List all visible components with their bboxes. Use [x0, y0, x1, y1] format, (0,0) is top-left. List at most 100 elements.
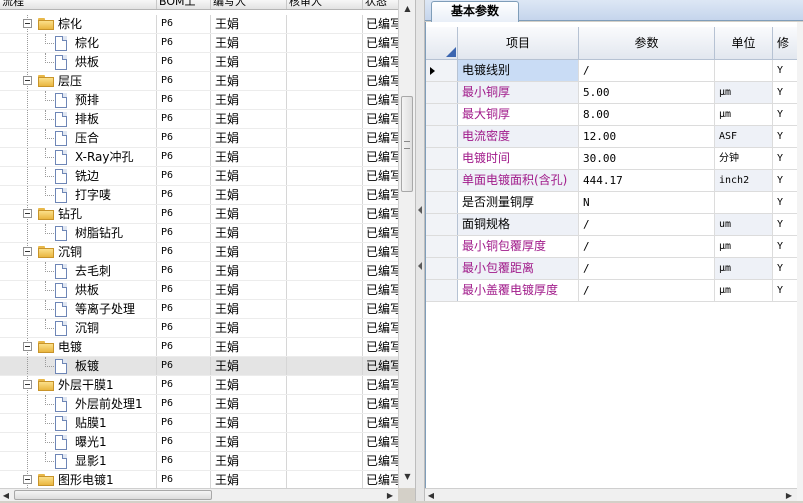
param-item-cell[interactable]: 电镀时间	[458, 148, 579, 169]
status-cell[interactable]: 已编写	[363, 129, 398, 147]
row-indicator[interactable]	[426, 104, 458, 125]
tree-name-cell[interactable]: 沉铜	[0, 243, 157, 261]
tree-name-cell[interactable]: X-Ray冲孔	[0, 148, 157, 166]
status-cell[interactable]: 已编写	[363, 224, 398, 242]
row-indicator[interactable]	[426, 280, 458, 301]
row-indicator[interactable]	[426, 214, 458, 235]
tree-name-cell[interactable]: 图形电镀1	[0, 471, 157, 488]
tree-item-row[interactable]: X-Ray冲孔 P6 王娟 已编写	[0, 148, 398, 167]
author-cell[interactable]: 王娟	[211, 414, 287, 432]
tree-vertical-scrollbar[interactable]: ▲ ▼	[398, 0, 415, 488]
bom-cell[interactable]: P6	[157, 91, 211, 109]
author-cell[interactable]: 王娟	[211, 395, 287, 413]
reviewer-cell[interactable]	[287, 72, 363, 90]
row-indicator[interactable]	[426, 170, 458, 191]
tree-name-cell[interactable]: 板镀	[0, 357, 157, 375]
tree-hscroll-thumb[interactable]	[14, 490, 212, 500]
col-header-status[interactable]: 状态	[363, 0, 398, 9]
tree-name-cell[interactable]: 棕化	[0, 34, 157, 52]
collapse-toggle-icon[interactable]	[23, 380, 32, 389]
author-cell[interactable]: 王娟	[211, 91, 287, 109]
reviewer-cell[interactable]	[287, 395, 363, 413]
status-cell[interactable]: 已编写	[363, 262, 398, 280]
reviewer-cell[interactable]	[287, 262, 363, 280]
status-cell[interactable]: 已编写	[363, 72, 398, 90]
param-row[interactable]: 最大铜厚 8.00 μm Y	[426, 104, 803, 126]
reviewer-cell[interactable]	[287, 148, 363, 166]
tree-item-row[interactable]: 棕化 P6 王娟 已编写	[0, 34, 398, 53]
param-value-cell[interactable]: N	[579, 192, 715, 213]
tree-name-cell[interactable]: 去毛刺	[0, 262, 157, 280]
author-cell[interactable]: 王娟	[211, 72, 287, 90]
bom-cell[interactable]: P6	[157, 53, 211, 71]
tree-name-cell[interactable]: 棕化	[0, 15, 157, 33]
status-cell[interactable]: 已编写	[363, 395, 398, 413]
param-item-cell[interactable]: 最大铜厚	[458, 104, 579, 125]
bom-cell[interactable]: P6	[157, 395, 211, 413]
tree-name-cell[interactable]: 等离子处理	[0, 300, 157, 318]
author-cell[interactable]: 王娟	[211, 433, 287, 451]
status-cell[interactable]: 已编写	[363, 15, 398, 33]
tree-folder-row[interactable]: 电镀 P6 王娟 已编写	[0, 338, 398, 357]
author-cell[interactable]: 王娟	[211, 148, 287, 166]
tree-item-row[interactable]: 排板 P6 王娟 已编写	[0, 110, 398, 129]
author-cell[interactable]: 王娟	[211, 15, 287, 33]
param-value-cell[interactable]: 12.00	[579, 126, 715, 147]
bom-cell[interactable]: P6	[157, 110, 211, 128]
reviewer-cell[interactable]	[287, 53, 363, 71]
tree-folder-row[interactable]: 外层干膜1 P6 王娟 已编写	[0, 376, 398, 395]
author-cell[interactable]: 王娟	[211, 224, 287, 242]
scroll-up-arrow-icon[interactable]: ▲	[399, 0, 416, 16]
tree-name-cell[interactable]: 树脂钻孔	[0, 224, 157, 242]
status-cell[interactable]: 已编写	[363, 148, 398, 166]
bom-cell[interactable]: P6	[157, 167, 211, 185]
param-unit-cell[interactable]: μm	[715, 258, 773, 279]
status-cell[interactable]: 已编写	[363, 243, 398, 261]
status-cell[interactable]: 已编写	[363, 167, 398, 185]
grid-horizontal-scrollbar[interactable]: ◀ ▶	[425, 488, 797, 501]
status-cell[interactable]: 已编写	[363, 53, 398, 71]
bom-cell[interactable]: P6	[157, 243, 211, 261]
collapse-toggle-icon[interactable]	[23, 209, 32, 218]
tree-name-cell[interactable]: 排板	[0, 110, 157, 128]
status-cell[interactable]: 已编写	[363, 205, 398, 223]
bom-cell[interactable]: P6	[157, 224, 211, 242]
author-cell[interactable]: 王娟	[211, 129, 287, 147]
status-cell[interactable]: 已编写	[363, 281, 398, 299]
status-cell[interactable]: 已编写	[363, 186, 398, 204]
status-cell[interactable]: 已编写	[363, 91, 398, 109]
process-tree-grid[interactable]: 流程 BOM工 编写人 核审人 状态 棕化 P6 王娟 已编写 棕化 P6 王娟 已编写 烘板 P…	[0, 0, 398, 488]
row-indicator[interactable]	[426, 236, 458, 257]
collapse-toggle-icon[interactable]	[23, 76, 32, 85]
bom-cell[interactable]: P6	[157, 319, 211, 337]
status-cell[interactable]: 已编写	[363, 376, 398, 394]
row-indicator[interactable]	[426, 82, 458, 103]
reviewer-cell[interactable]	[287, 205, 363, 223]
param-row[interactable]: 电镀线别 / Y	[426, 60, 803, 82]
tree-folder-row[interactable]: 层压 P6 王娟 已编写	[0, 72, 398, 91]
bom-cell[interactable]: P6	[157, 338, 211, 356]
param-item-cell[interactable]: 最小盖覆电镀厚度	[458, 280, 579, 301]
status-cell[interactable]: 已编写	[363, 471, 398, 488]
bom-cell[interactable]: P6	[157, 357, 211, 375]
reviewer-cell[interactable]	[287, 34, 363, 52]
param-value-cell[interactable]: /	[579, 236, 715, 257]
status-cell[interactable]: 已编写	[363, 433, 398, 451]
tree-name-cell[interactable]: 烘板	[0, 281, 157, 299]
panel-splitter[interactable]	[415, 0, 425, 501]
collapse-toggle-icon[interactable]	[23, 19, 32, 28]
param-row[interactable]: 是否测量铜厚 N Y	[426, 192, 803, 214]
tree-item-row[interactable]: 打字唛 P6 王娟 已编写	[0, 186, 398, 205]
col-header-process[interactable]: 流程	[0, 0, 157, 9]
tree-item-row[interactable]: 板镀 P6 王娟 已编写	[0, 357, 398, 376]
bom-cell[interactable]: P6	[157, 433, 211, 451]
author-cell[interactable]: 王娟	[211, 281, 287, 299]
param-unit-cell[interactable]	[715, 60, 773, 81]
collapse-left-icon-2[interactable]	[418, 262, 422, 270]
tree-name-cell[interactable]: 显影1	[0, 452, 157, 470]
param-row[interactable]: 最小铜厚 5.00 μm Y	[426, 82, 803, 104]
col-header-reviewer[interactable]: 核审人	[287, 0, 363, 9]
bom-cell[interactable]: P6	[157, 300, 211, 318]
bom-cell[interactable]: P6	[157, 452, 211, 470]
param-value-cell[interactable]: 444.17	[579, 170, 715, 191]
